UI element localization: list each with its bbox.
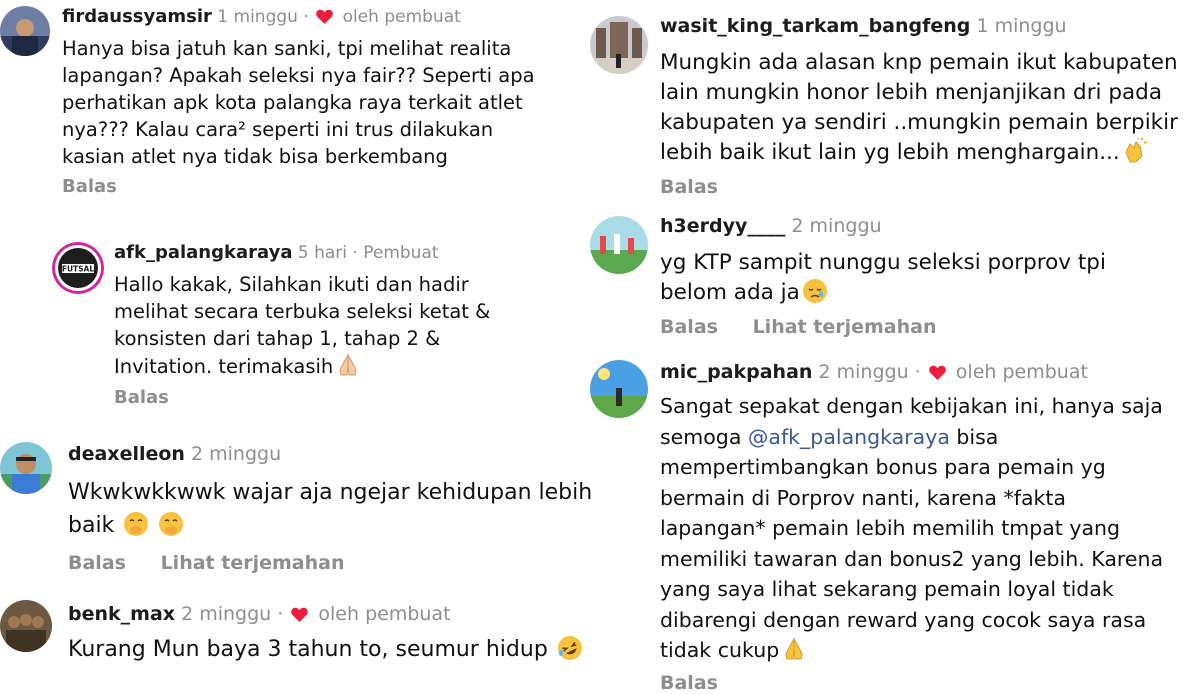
comment-time: 5 hari xyxy=(297,243,347,263)
see-translation-button[interactable]: Lihat terjemahan xyxy=(161,552,345,574)
comment-text: Sangat sepakat dengan kebijakan ini, han… xyxy=(660,391,1165,666)
right-comment-column: wasit_king_tarkam_bangfeng 1 minggu Mung… xyxy=(590,0,1200,694)
futsal-logo-text: FUTSAL xyxy=(62,265,95,274)
reply-button[interactable]: Balas xyxy=(68,552,126,574)
face-hand-over-mouth-icon xyxy=(159,512,184,536)
liked-by-author-label: oleh pembuat xyxy=(955,361,1088,383)
avatar[interactable] xyxy=(590,16,648,74)
comment-meta: wasit_king_tarkam_bangfeng 1 minggu xyxy=(660,14,1200,38)
comment-time: 2 minggu xyxy=(191,443,282,465)
liked-by-author-label: oleh pembuat xyxy=(342,7,461,27)
crying-face-icon xyxy=(802,279,827,303)
username[interactable]: wasit_king_tarkam_bangfeng xyxy=(660,15,970,37)
comment-meta: h3erdyy____ 2 minggu xyxy=(660,214,1200,238)
see-translation-button[interactable]: Lihat terjemahan xyxy=(753,316,937,338)
comment-text-body-continued: bisa mempertimbangkan bonus para pemain … xyxy=(660,424,1164,663)
avatar[interactable] xyxy=(0,6,50,56)
author-label: Pembuat xyxy=(363,243,439,263)
reply-button[interactable]: Balas xyxy=(660,176,718,198)
separator-dot: · xyxy=(352,243,358,263)
rolling-laughing-icon xyxy=(557,636,582,660)
username[interactable]: deaxelleon xyxy=(68,443,185,465)
comment-text: yg KTP sampit nunggu seleksi porprov tpi… xyxy=(660,248,1160,308)
username[interactable]: afk_palangkaraya xyxy=(114,242,292,263)
comment-text-body: Hallo kakak, Silahkan ikuti dan hadir me… xyxy=(114,273,491,378)
comment-text-body: yg KTP sampit nunggu seleksi porprov tpi… xyxy=(660,250,1106,305)
liked-by-author-label: oleh pembuat xyxy=(318,603,451,625)
comment-text-body: Kurang Mun baya 3 tahun to, seumur hidup xyxy=(68,637,548,662)
heart-icon xyxy=(316,9,333,24)
separator-dot: · xyxy=(914,361,921,383)
avatar[interactable] xyxy=(0,442,52,494)
comment-time: 2 minggu xyxy=(181,603,272,625)
comment-text: Hanya bisa jatuh kan sanki, tpi melihat … xyxy=(62,37,535,168)
comment-actions: Balas xyxy=(114,387,604,408)
comment-time: 1 minggu xyxy=(217,7,298,27)
folded-hands-icon xyxy=(339,353,357,376)
avatar[interactable] xyxy=(590,360,648,418)
comment-meta: afk_palangkaraya 5 hari · Pembuat xyxy=(114,242,604,264)
username[interactable]: h3erdyy____ xyxy=(660,215,785,237)
reply-button[interactable]: Balas xyxy=(660,316,718,338)
separator-dot: · xyxy=(277,603,284,625)
comment-actions: Balas xyxy=(62,176,602,197)
comment-text: Mungkin ada alasan knp pemain ikut kabup… xyxy=(660,48,1190,168)
comment-time: 2 minggu xyxy=(791,215,882,237)
face-hand-over-mouth-icon xyxy=(124,512,149,536)
comment-actions: Balas xyxy=(660,176,1200,198)
mention-link[interactable]: @afk_palangkaraya xyxy=(748,425,950,449)
comment-text-body: Mungkin ada alasan knp pemain ikut kabup… xyxy=(660,50,1178,165)
heart-icon xyxy=(928,365,946,380)
comment-text: Wkwkwkkwwk wajar aja ngejar kehidupan le… xyxy=(68,476,628,542)
comment-meta: mic_pakpahan 2 minggu · oleh pembuat xyxy=(660,360,1200,384)
left-comment-column: firdaussyamsir 1 minggu · oleh pembuat H… xyxy=(0,0,632,675)
comment-actions: Balas Lihat terjemahan xyxy=(660,316,1200,338)
comment-text: Hallo kakak, Silahkan ikuti dan hadir me… xyxy=(114,271,524,380)
heart-icon xyxy=(291,607,309,622)
comment-meta: deaxelleon 2 minggu xyxy=(68,442,632,466)
avatar[interactable] xyxy=(0,600,52,652)
avatar[interactable]: FUTSAL xyxy=(52,242,104,294)
comment-text: Kurang Mun baya 3 tahun to, seumur hidup xyxy=(68,634,632,666)
reply-button[interactable]: Balas xyxy=(62,176,117,197)
comment-meta: firdaussyamsir 1 minggu · oleh pembuat xyxy=(62,6,602,28)
avatar[interactable] xyxy=(590,216,648,274)
comment-meta: benk_max 2 minggu · oleh pembuat xyxy=(68,602,632,626)
comment-time: 2 minggu xyxy=(818,361,909,383)
folded-hands-icon xyxy=(785,637,803,660)
comment-time: 1 minggu xyxy=(976,15,1067,37)
separator-dot: · xyxy=(303,7,309,27)
comment-actions: Balas Lihat terjemahan xyxy=(68,552,632,574)
clapping-hands-icon xyxy=(1125,138,1147,163)
username[interactable]: mic_pakpahan xyxy=(660,361,812,383)
username[interactable]: benk_max xyxy=(68,603,175,625)
username[interactable]: firdaussyamsir xyxy=(62,6,212,27)
reply-button[interactable]: Balas xyxy=(114,387,169,408)
